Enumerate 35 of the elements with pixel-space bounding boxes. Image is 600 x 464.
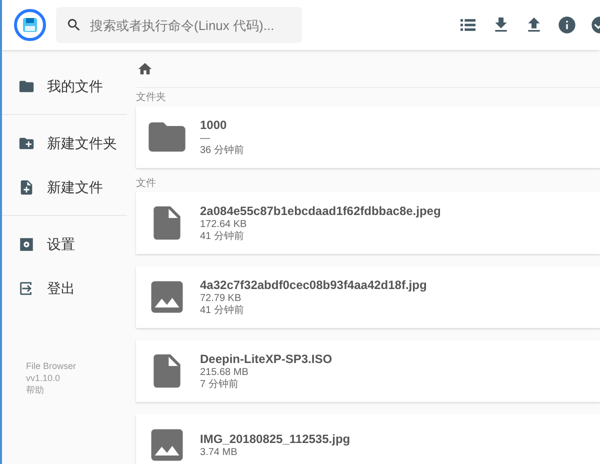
file-size: 72.79 KB [200,292,242,304]
sidebar-item[interactable]: 我的文件 [2,66,127,106]
file-name: Deepin-LiteXP-SP3.ISO [200,352,332,366]
footer-text: vv1.10.0 [26,372,62,384]
file-card[interactable]: Deepin-LiteXP-SP3.ISO 215.68 MB 7 分钟前 [136,340,600,402]
file-name: 2a084e55c87b1ebcdaad1f62fdbbac8e.jpeg [200,204,441,218]
search-icon [66,17,82,33]
sidebar-item[interactable]: 新建文件 [2,167,127,207]
logo-icon[interactable] [14,9,46,41]
sidebar-item[interactable]: 设置 [2,224,127,264]
modified-time: 41 分钟前 [200,304,245,316]
file-size: 172.64 KB [200,218,248,230]
sidebar-item[interactable]: 新建文件夹 [2,123,127,163]
modified-time: 41 分钟前 [200,230,245,242]
section-heading: 文件 [136,176,157,191]
file-plus-icon [18,178,35,196]
file-size: 3.74 MB [200,446,238,458]
section-heading: 文件夹 [136,90,167,105]
home-icon[interactable] [137,60,153,76]
footer-text: File Browser [26,360,78,372]
file-size: — [200,132,211,144]
modified-time: 7 分钟前 [200,378,240,390]
sidebar-item[interactable]: 登出 [2,268,127,308]
gear-icon [18,236,35,252]
folder-card[interactable]: 1000 — 36 分钟前 [136,106,600,168]
file-size: 215.68 MB [200,366,250,378]
file-card[interactable]: IMG_20180825_112535.jpg 3.74 MB [136,414,600,464]
search-field[interactable]: 搜索或者执行命令(Linux 代码)... [56,7,302,43]
file-name: 4a32c7f32abdf0cec08b93f4aa42d18f.jpg [200,278,427,292]
info-icon [557,15,577,35]
file-card[interactable]: 2a084e55c87b1ebcdaad1f62fdbbac8e.jpeg 172.64 KB 41 分钟前 [136,192,600,254]
modified-time: 36 分钟前 [200,144,244,156]
file-name: IMG_20180825_112535.jpg [200,432,350,446]
file-name: 1000 [200,118,228,132]
file-card[interactable]: 4a32c7f32abdf0cec08b93f4aa42d18f.jpg 72.79 KB 41 分钟前 [136,266,600,328]
